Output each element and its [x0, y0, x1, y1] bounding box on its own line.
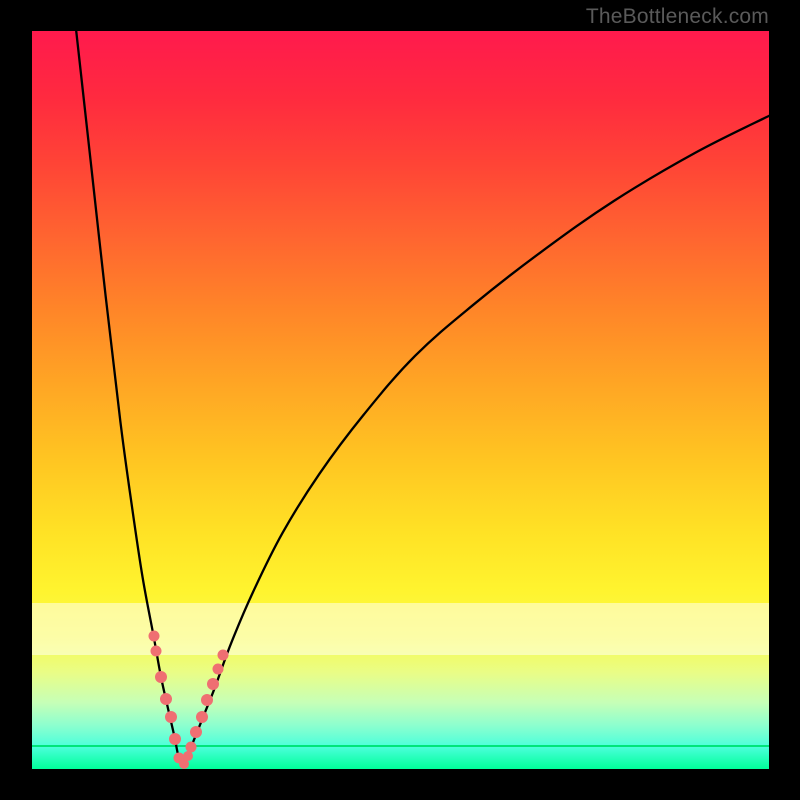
data-marker: [160, 693, 172, 705]
data-marker: [196, 711, 208, 723]
data-marker: [169, 733, 181, 745]
marker-layer: [32, 31, 769, 769]
data-marker: [217, 649, 228, 660]
data-marker: [150, 645, 161, 656]
plot-area: [32, 31, 769, 769]
data-marker: [201, 694, 213, 706]
chart-root: TheBottleneck.com: [0, 0, 800, 800]
data-marker: [155, 671, 167, 683]
data-marker: [190, 726, 202, 738]
data-marker: [213, 664, 224, 675]
data-marker: [207, 678, 219, 690]
data-marker: [186, 741, 197, 752]
data-marker: [148, 631, 159, 642]
watermark-text: TheBottleneck.com: [586, 5, 769, 29]
data-marker: [165, 711, 177, 723]
